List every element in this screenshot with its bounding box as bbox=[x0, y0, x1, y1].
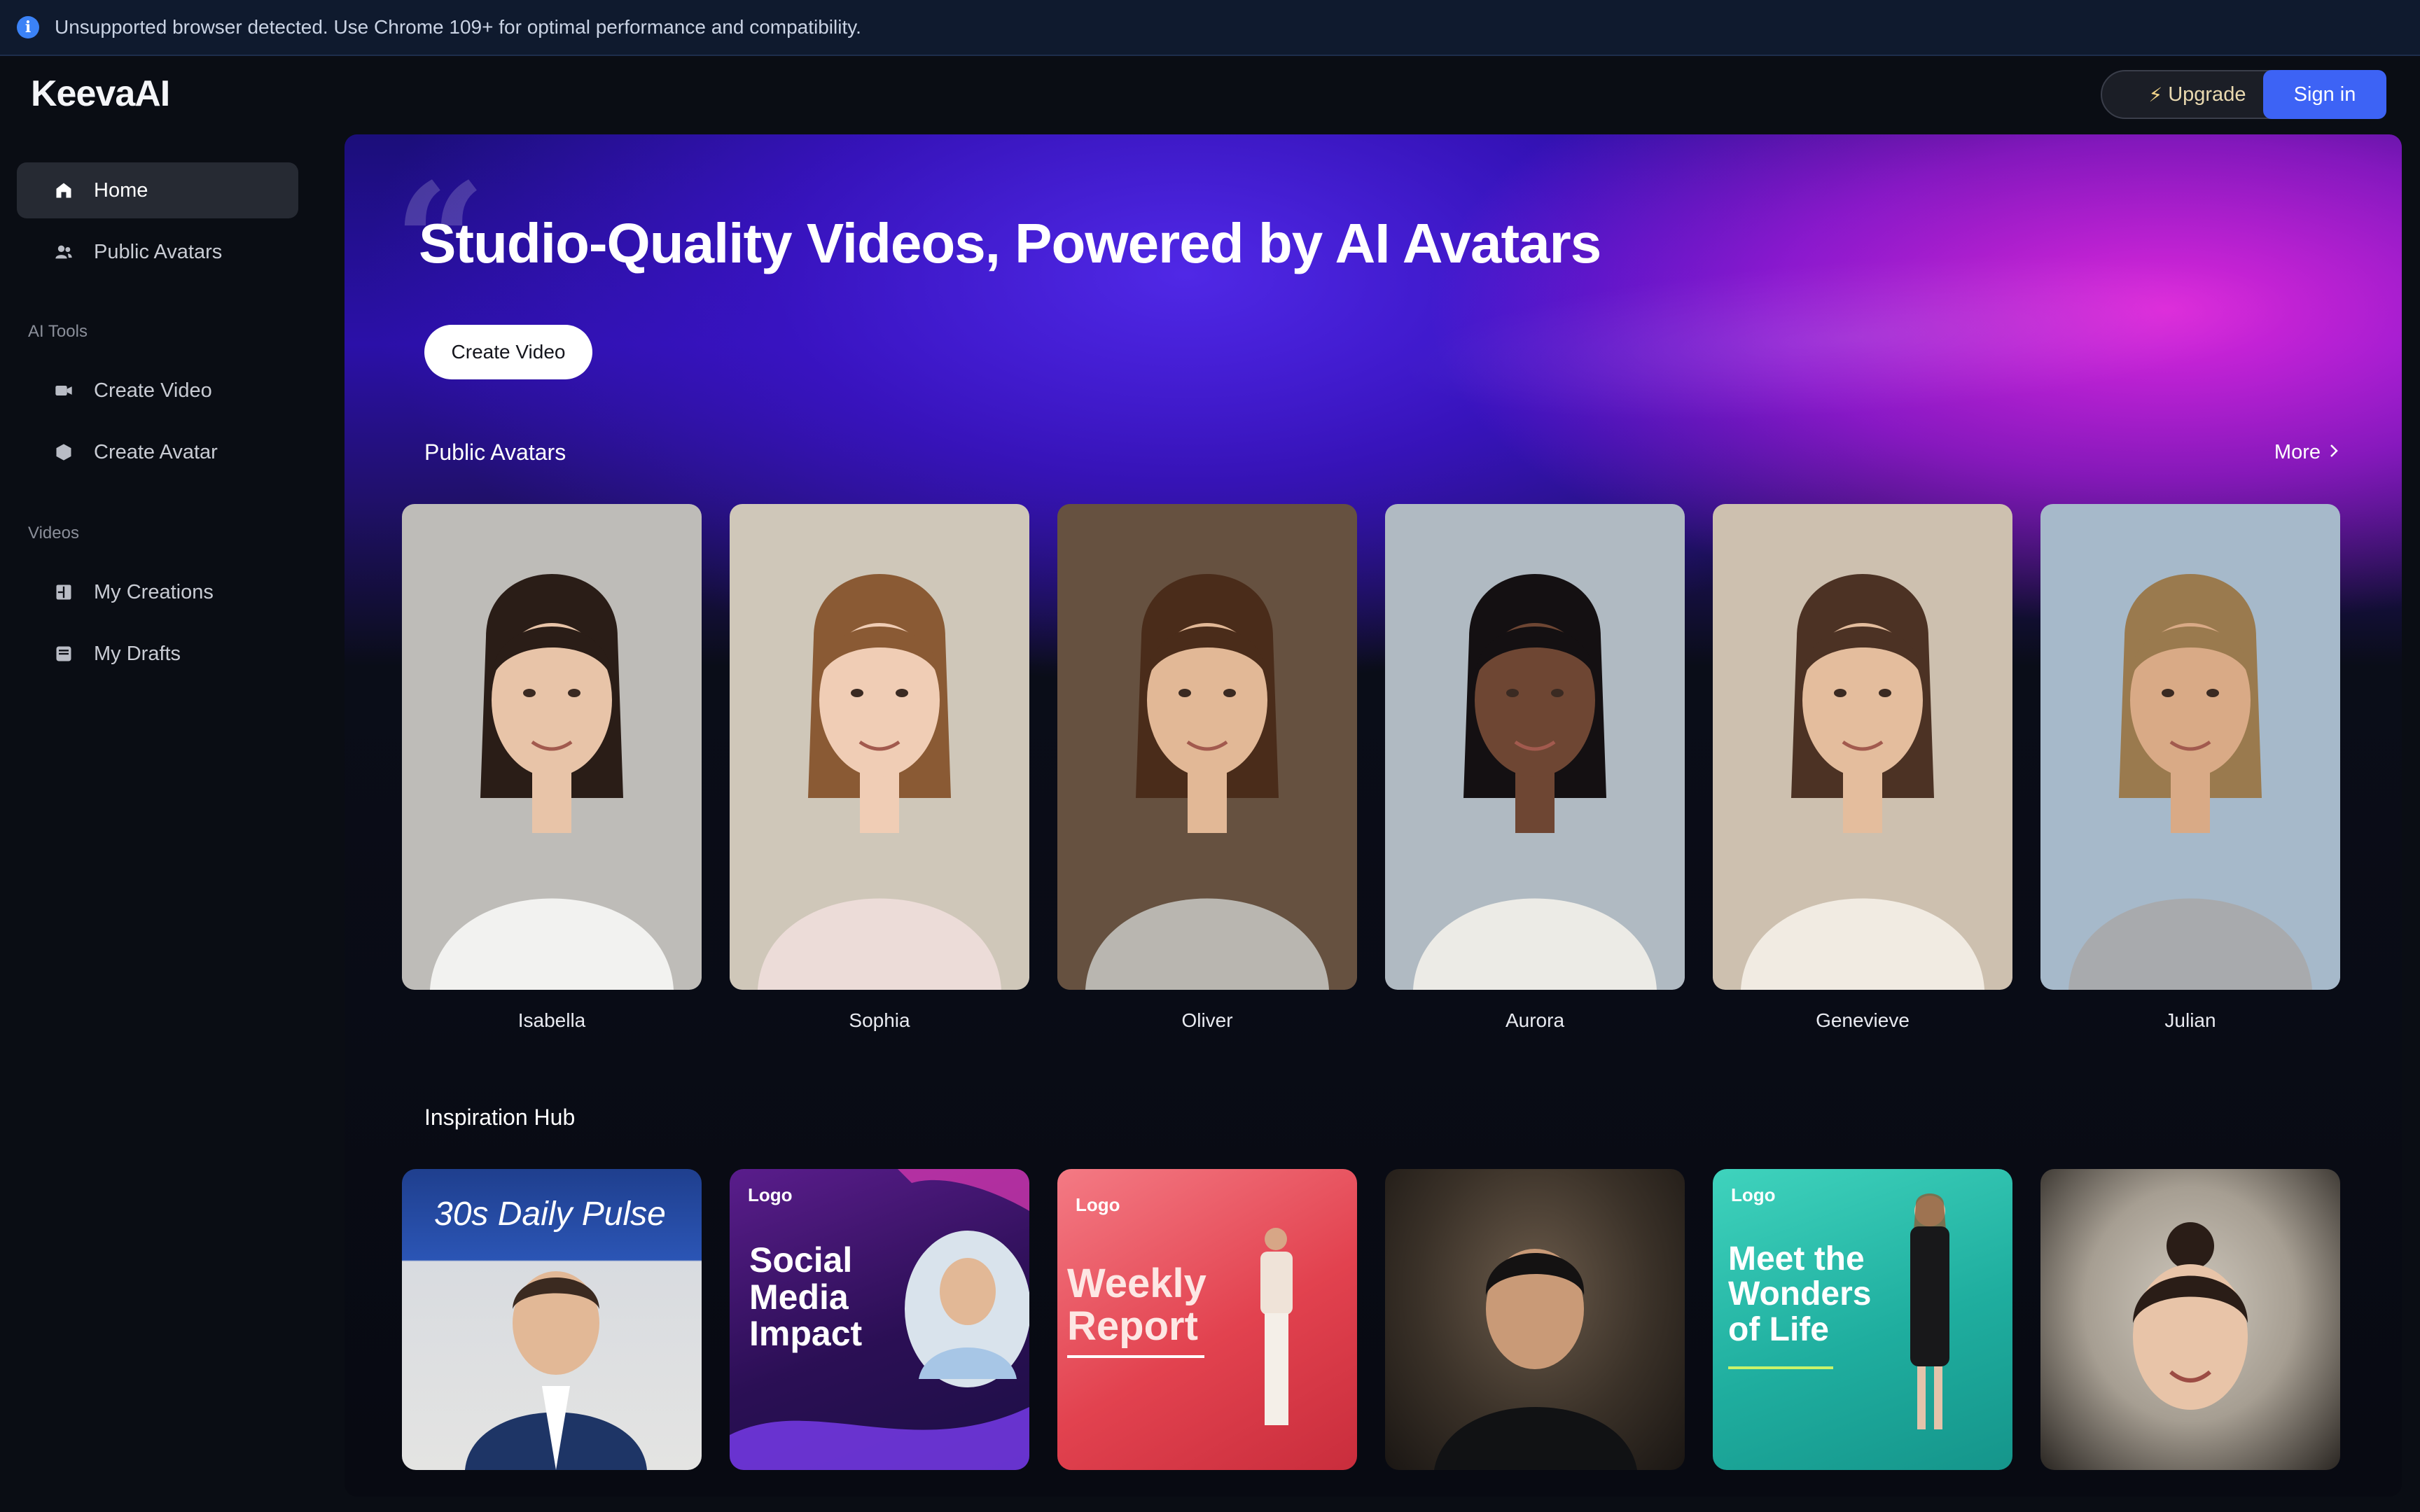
avatar-portrait bbox=[2040, 504, 2340, 990]
presenter-illustration bbox=[1067, 1228, 1293, 1425]
avatar-name: Genevieve bbox=[1816, 1009, 1910, 1031]
sidebar-item-public-avatars[interactable]: Public Avatars bbox=[17, 224, 298, 280]
banner-text: Unsupported browser detected. Use Chrome… bbox=[55, 16, 861, 38]
upgrade-label: Upgrade bbox=[2168, 83, 2246, 106]
avatar-photo bbox=[1713, 504, 2012, 990]
avatar-blob-icon bbox=[53, 442, 74, 463]
card-title: 30s Daily Pulse bbox=[434, 1196, 666, 1233]
inspiration-card-social-media[interactable]: Logo Social Media Impact bbox=[730, 1169, 1029, 1470]
avatar-name: Sophia bbox=[849, 1009, 910, 1031]
drafts-icon bbox=[53, 643, 74, 664]
avatar-photo bbox=[730, 504, 1029, 990]
avatar-card[interactable]: Isabella bbox=[402, 504, 702, 1032]
avatar-photo bbox=[402, 504, 702, 990]
inspiration-card-daily-pulse[interactable]: 30s Daily Pulse bbox=[402, 1169, 702, 1470]
inspiration-card-portrait[interactable] bbox=[1385, 1169, 1685, 1470]
inspiration-hub-title: Inspiration Hub bbox=[424, 1105, 576, 1130]
avatar-card[interactable]: Sophia bbox=[730, 504, 1029, 1032]
sidebar-item-label: Public Avatars bbox=[94, 240, 223, 263]
avatar-name: Oliver bbox=[1181, 1009, 1233, 1031]
videos-section-label: Videos bbox=[28, 524, 79, 542]
users-icon bbox=[53, 241, 74, 262]
wave-decoration bbox=[730, 1169, 1029, 1470]
bolt-icon: ⚡ bbox=[2148, 83, 2163, 106]
sidebar-item-create-video[interactable]: Create Video bbox=[17, 363, 298, 419]
avatar-portrait bbox=[1713, 504, 2012, 990]
home-icon bbox=[53, 180, 74, 201]
presenter-illustration bbox=[1728, 1194, 1949, 1429]
avatar-card[interactable]: Julian bbox=[2040, 504, 2340, 1032]
sign-in-button[interactable]: Sign in bbox=[2263, 70, 2386, 119]
presenter-illustration bbox=[2133, 1222, 2248, 1410]
avatar-card[interactable]: Oliver bbox=[1057, 504, 1357, 1032]
info-icon: i bbox=[17, 16, 39, 38]
public-avatars-title: Public Avatars bbox=[424, 440, 566, 465]
avatar-name: Julian bbox=[2164, 1009, 2216, 1031]
inspiration-card-weekly-report[interactable]: Logo Weekly Report bbox=[1057, 1169, 1357, 1470]
main-content: “ Studio-Quality Videos, Powered by AI A… bbox=[345, 134, 2402, 1497]
avatar-card[interactable]: Aurora bbox=[1385, 504, 1685, 1032]
chevron-right-icon bbox=[2328, 441, 2340, 464]
hero-title: Studio-Quality Videos, Powered by AI Ava… bbox=[419, 212, 1601, 274]
avatar-portrait bbox=[730, 504, 1029, 990]
avatar-portrait bbox=[1385, 504, 1685, 990]
browser-warning-banner: i Unsupported browser detected. Use Chro… bbox=[0, 0, 2420, 56]
sidebar-item-home[interactable]: Home bbox=[17, 162, 298, 218]
sidebar-item-my-drafts[interactable]: My Drafts bbox=[17, 626, 298, 682]
sidebar-item-label: My Creations bbox=[94, 580, 214, 603]
presenter-illustration bbox=[1434, 1249, 1637, 1470]
more-link[interactable]: More bbox=[2274, 441, 2340, 464]
avatar-photo bbox=[2040, 504, 2340, 990]
create-video-button[interactable]: Create Video bbox=[424, 325, 592, 379]
avatar-portrait bbox=[1057, 504, 1357, 990]
avatar-card[interactable]: Genevieve bbox=[1713, 504, 2012, 1032]
presenter-illustration bbox=[465, 1271, 647, 1470]
avatar-photo bbox=[1385, 504, 1685, 990]
ai-tools-section-label: AI Tools bbox=[28, 322, 88, 341]
sidebar-item-create-avatar[interactable]: Create Avatar bbox=[17, 424, 298, 480]
sidebar-item-label: Home bbox=[94, 178, 148, 202]
avatar-name: Aurora bbox=[1505, 1009, 1565, 1031]
avatar-name: Isabella bbox=[517, 1009, 586, 1031]
sidebar-item-label: My Drafts bbox=[94, 642, 181, 665]
avatar-photo bbox=[1057, 504, 1357, 990]
video-camera-icon bbox=[53, 380, 74, 401]
inspiration-card-wonders[interactable]: Logo Meet the Wonders of Life bbox=[1713, 1169, 2012, 1470]
sidebar-item-label: Create Video bbox=[94, 379, 212, 402]
avatar-portrait bbox=[402, 504, 702, 990]
app-logo[interactable]: KeevaAI bbox=[31, 73, 170, 115]
sidebar-item-my-creations[interactable]: My Creations bbox=[17, 564, 298, 620]
sidebar-item-label: Create Avatar bbox=[94, 440, 218, 463]
more-label: More bbox=[2274, 441, 2321, 463]
creations-icon bbox=[53, 582, 74, 603]
inspiration-card-portrait-2[interactable] bbox=[2040, 1169, 2340, 1470]
